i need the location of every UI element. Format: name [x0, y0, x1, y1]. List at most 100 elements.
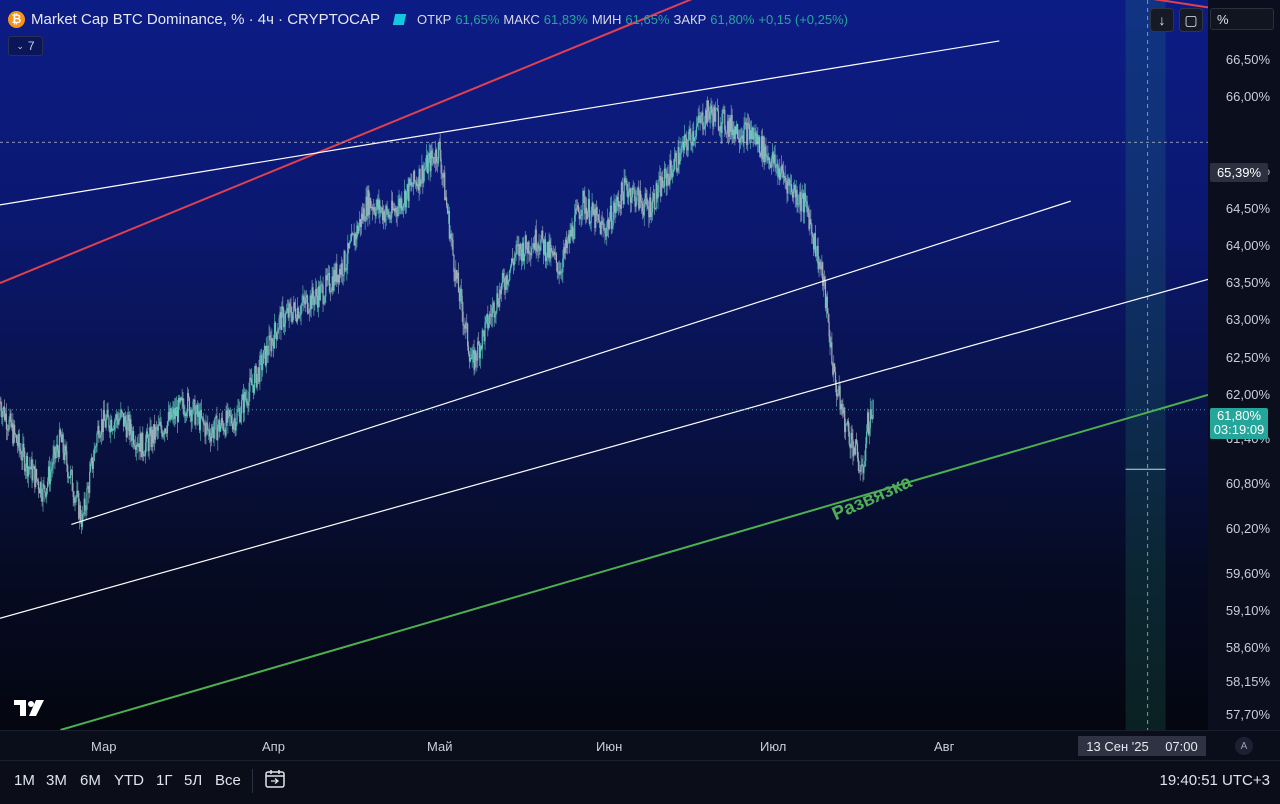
candle: [423, 170, 425, 184]
period-all-button[interactable]: Все: [215, 772, 241, 789]
period-3m-button[interactable]: 3M: [46, 772, 67, 789]
candle: [119, 417, 121, 419]
candle: [769, 157, 771, 164]
candle: [364, 220, 366, 222]
candle: [289, 303, 291, 307]
candle: [828, 321, 830, 337]
candle: [412, 186, 414, 188]
candle: [200, 409, 202, 418]
candle: [606, 226, 608, 237]
candle: [208, 430, 211, 437]
candle: [301, 303, 303, 306]
candle: [745, 122, 747, 124]
market-status-icon: [392, 13, 407, 25]
candle: [108, 416, 110, 428]
candle: [49, 471, 51, 485]
candle: [182, 397, 184, 407]
candle: [14, 434, 17, 436]
candle: [679, 159, 681, 165]
indicators-toggle[interactable]: ⌄ 7: [8, 36, 43, 56]
chart-area[interactable]: ₿ Market Cap BTC Dominance, % · 4ч · CRY…: [0, 0, 1208, 730]
candle: [386, 206, 388, 211]
title-bar[interactable]: ₿ Market Cap BTC Dominance, % · 4ч · CRY…: [8, 9, 848, 29]
candle: [475, 350, 477, 360]
candle: [324, 296, 326, 303]
overlay-group: [0, 141, 1208, 411]
download-button[interactable]: ↓: [1150, 8, 1174, 32]
period-6m-button[interactable]: 6M: [80, 772, 101, 789]
candle: [203, 422, 205, 425]
candle: [798, 203, 800, 205]
candle: [290, 306, 292, 317]
candle: [770, 159, 773, 168]
candle: [95, 445, 97, 448]
candle: [251, 379, 253, 386]
candle: [55, 452, 57, 459]
candle: [586, 211, 589, 220]
period-1m-button[interactable]: 1M: [14, 772, 35, 789]
candle: [230, 415, 233, 424]
candle: [577, 205, 579, 213]
candle: [834, 363, 836, 373]
trendlines-group[interactable]: [0, 0, 1208, 730]
candle: [402, 207, 404, 211]
ohlc-open-value: 61,65%: [455, 11, 500, 27]
chart-svg[interactable]: [0, 0, 1208, 730]
calendar-goto-icon[interactable]: [264, 769, 286, 789]
scale-mode-field[interactable]: %: [1210, 8, 1274, 30]
candle: [262, 363, 264, 371]
candle: [617, 196, 619, 201]
candle: [725, 129, 727, 133]
period-ytd-button[interactable]: YTD: [114, 772, 144, 789]
price-label: 59,60%: [1225, 565, 1270, 581]
candle: [32, 468, 34, 481]
price-scale[interactable]: 67,00%66,50%66,00%65,00%64,50%64,00%63,5…: [1208, 0, 1280, 730]
candle: [43, 483, 45, 486]
candle: [785, 180, 787, 182]
candle: [855, 439, 858, 444]
candle: [285, 311, 288, 314]
candle: [40, 482, 42, 498]
month-label: Мар: [91, 739, 117, 754]
candle: [191, 413, 193, 422]
candle: [717, 110, 719, 131]
candle: [214, 417, 216, 430]
candle: [626, 180, 628, 191]
candle: [675, 152, 677, 170]
candle: [643, 204, 645, 216]
candle: [868, 428, 870, 435]
candle: [307, 312, 310, 314]
candle: [344, 250, 346, 271]
candle: [441, 172, 443, 175]
candle: [841, 403, 843, 409]
candle: [305, 297, 307, 305]
fullscreen-button[interactable]: ▢: [1179, 8, 1203, 32]
candle: [349, 241, 352, 243]
auto-scale-button[interactable]: A: [1235, 737, 1253, 755]
candle: [687, 139, 689, 151]
candle: [860, 464, 862, 472]
candle: [2, 411, 4, 418]
price-label: 63,00%: [1225, 312, 1270, 328]
candle: [711, 105, 713, 114]
price-label: 64,00%: [1225, 237, 1270, 253]
candle: [502, 273, 504, 278]
candle: [413, 170, 416, 182]
candle: [229, 410, 231, 417]
period-5y-button[interactable]: 5Л: [184, 772, 202, 789]
time-axis[interactable]: Мар Апр Май Июн Июл Авг 13 Сен '25 07:00…: [0, 730, 1280, 760]
candle: [831, 342, 833, 364]
candle: [566, 241, 568, 249]
candle: [126, 420, 128, 438]
candle: [866, 431, 868, 444]
candle: [819, 261, 821, 266]
candle: [523, 253, 525, 262]
candle: [246, 398, 248, 405]
candle: [865, 443, 867, 461]
ohlc-high-value: 61,83%: [543, 11, 588, 27]
candle: [57, 444, 59, 450]
period-1y-button[interactable]: 1Г: [156, 772, 172, 789]
candle: [646, 197, 648, 207]
candle: [341, 263, 343, 276]
candle: [420, 180, 422, 187]
